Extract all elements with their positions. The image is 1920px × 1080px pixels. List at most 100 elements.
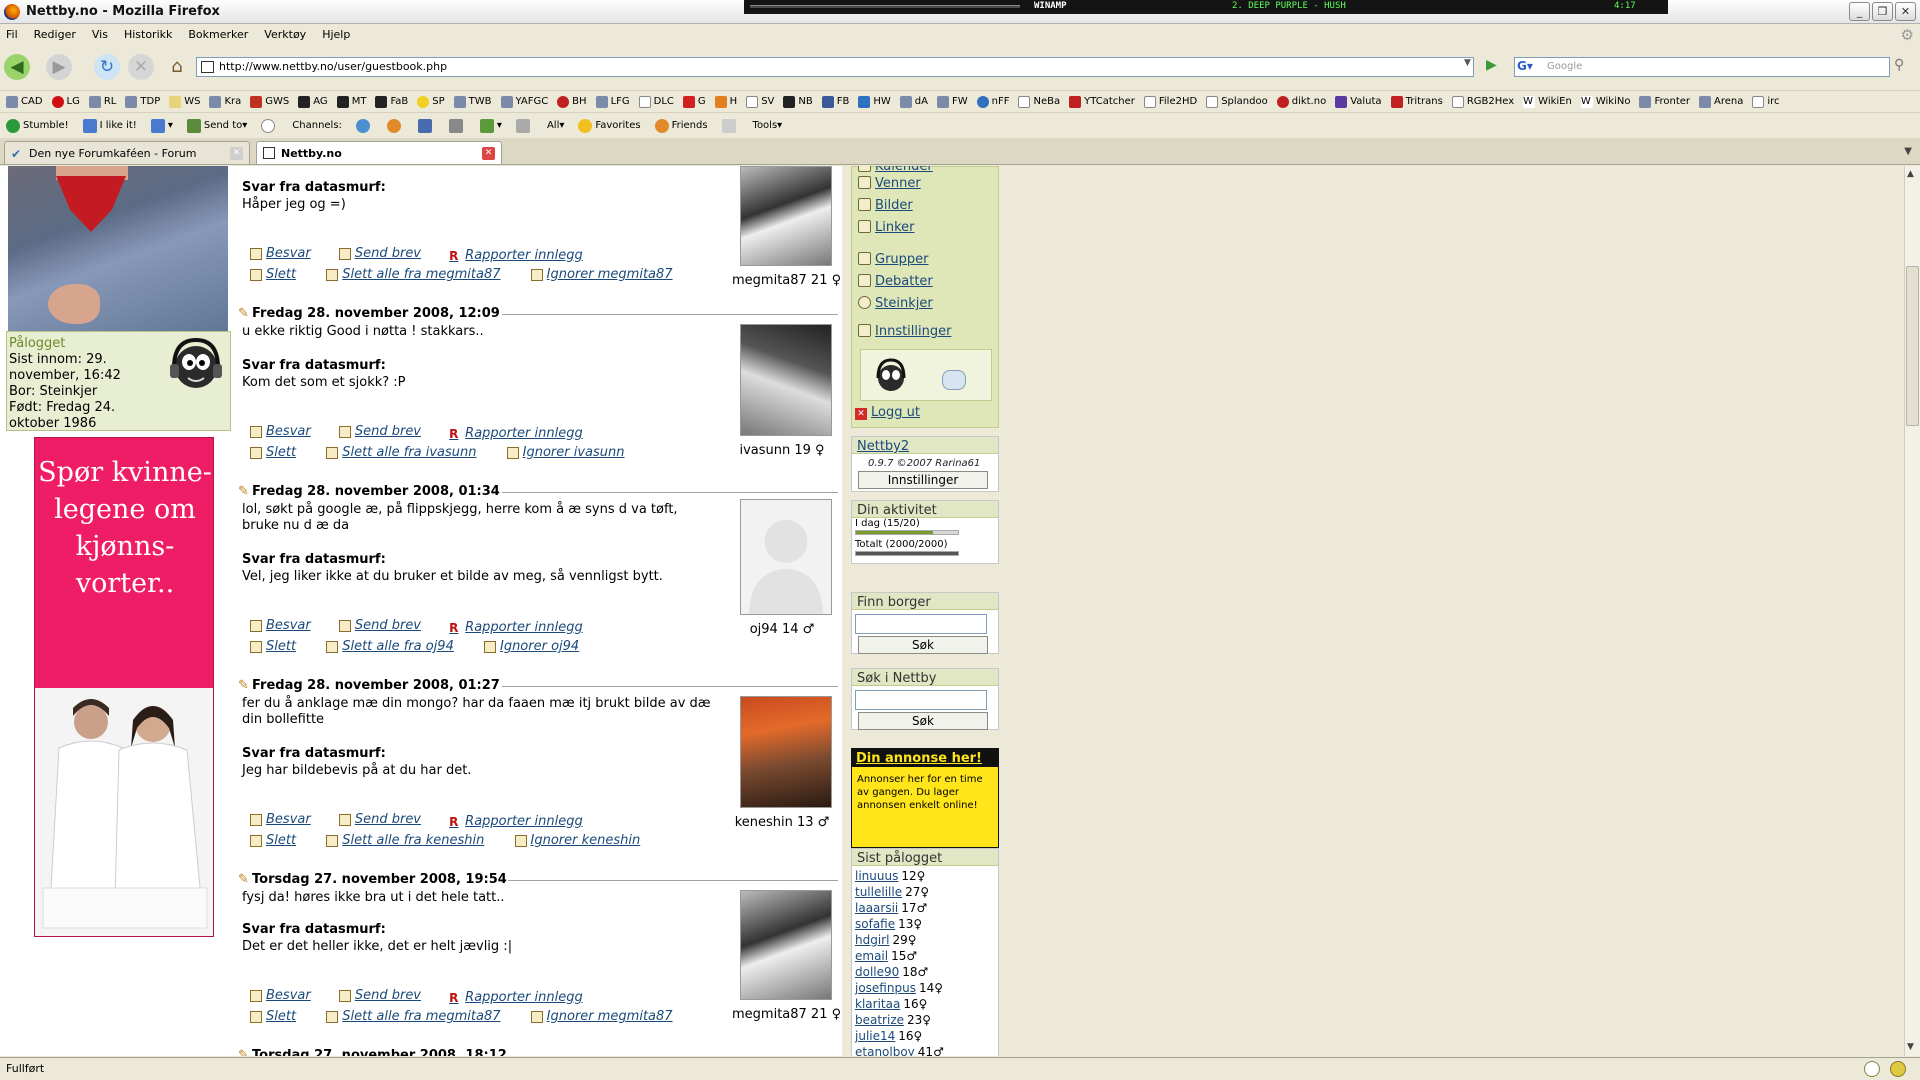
delete-link[interactable]: Slett xyxy=(250,445,296,460)
bookmark-item[interactable]: MT xyxy=(336,95,366,108)
channel-globe-button[interactable] xyxy=(355,118,373,133)
search-nettby-input[interactable] xyxy=(855,690,987,710)
tab-nettby[interactable]: Nettby.no ✕ xyxy=(256,141,502,164)
nav-links[interactable]: Linker xyxy=(858,220,915,235)
close-window-button[interactable]: ✕ xyxy=(1895,2,1916,21)
bookmark-item[interactable]: SP xyxy=(417,95,445,108)
tab-list-dropdown-icon[interactable]: ▼ xyxy=(1904,146,1912,157)
bookmark-item[interactable]: FW xyxy=(936,95,968,108)
reload-button[interactable]: ↻ xyxy=(94,54,120,80)
report-link[interactable]: R Rapporter innlegg xyxy=(449,426,583,441)
ignore-link[interactable]: Ignorer keneshin xyxy=(514,833,640,848)
bookmark-item[interactable]: G xyxy=(682,95,706,108)
forward-button[interactable]: ▶ xyxy=(46,54,72,80)
close-tab-icon[interactable]: ✕ xyxy=(230,147,243,160)
report-link[interactable]: R Rapporter innlegg xyxy=(449,620,583,635)
ignore-link[interactable]: Ignorer megmita87 xyxy=(530,267,673,282)
reply-link[interactable]: Besvar xyxy=(250,988,311,1003)
bookmark-item[interactable]: AG xyxy=(298,95,328,108)
search-nettby-button[interactable]: Søk xyxy=(858,712,988,730)
menu-view[interactable]: Vis xyxy=(92,28,108,41)
url-dropdown-icon[interactable]: ▼ xyxy=(1464,58,1471,68)
your-ad-box[interactable]: Din annonse her! Annonser her for en tim… xyxy=(851,748,999,848)
send-to-button[interactable]: Send to ▾ xyxy=(186,118,247,133)
bookmark-item[interactable]: W WikiEn xyxy=(1523,95,1572,108)
favorites-button[interactable]: Favorites xyxy=(578,118,641,133)
all-dropdown[interactable]: All ▾ xyxy=(547,120,564,131)
nettby2-title[interactable]: Nettby2 xyxy=(852,437,998,454)
menu-file[interactable]: Fil xyxy=(6,28,18,41)
last-online-user-link[interactable]: sofafie xyxy=(855,917,895,931)
bookmark-item[interactable]: WS xyxy=(169,95,200,108)
smiley-status-icon[interactable] xyxy=(1890,1061,1906,1077)
minimize-button[interactable]: _ xyxy=(1849,2,1870,21)
menu-edit[interactable]: Rediger xyxy=(34,28,76,41)
entry-author[interactable]: ivasunn 19 ♀ xyxy=(732,324,832,458)
menu-bookmarks[interactable]: Bokmerker xyxy=(188,28,248,41)
chat-bubble-icon[interactable] xyxy=(942,370,966,390)
your-ad-title[interactable]: Din annonse her! xyxy=(852,749,998,767)
last-online-user-link[interactable]: klaritaa xyxy=(855,997,900,1011)
dislike-button[interactable]: ▾ xyxy=(150,118,173,133)
bookmark-item[interactable]: dikt.no xyxy=(1276,95,1326,108)
comment-button[interactable] xyxy=(261,118,278,133)
bookmark-item[interactable]: RGB2Hex xyxy=(1451,95,1514,108)
menu-history[interactable]: Historikk xyxy=(124,28,172,41)
search-box[interactable]: G▾ Google xyxy=(1514,57,1890,77)
nav-steinkjer[interactable]: Steinkjer xyxy=(858,296,933,311)
last-online-user-link[interactable]: email xyxy=(855,949,888,963)
addon-status-icon[interactable] xyxy=(1864,1061,1880,1077)
maximize-button[interactable]: ❐ xyxy=(1872,2,1893,21)
author-photo[interactable] xyxy=(740,166,832,266)
bookmark-item[interactable]: TDP xyxy=(125,95,160,108)
bookmark-item[interactable]: Fronter xyxy=(1639,95,1690,108)
bookmark-item[interactable]: DLC xyxy=(638,95,674,108)
bookmark-item[interactable]: Tritrans xyxy=(1390,95,1443,108)
search-magnifier-icon[interactable]: ⚲ xyxy=(1894,57,1914,77)
bookmark-item[interactable]: nFF xyxy=(976,95,1009,108)
delete-all-link[interactable]: Slett alle fra keneshin xyxy=(326,833,484,848)
reply-link[interactable]: Besvar xyxy=(250,424,311,439)
bookmark-item[interactable]: BH xyxy=(557,95,587,108)
last-online-user-link[interactable]: laaarsii xyxy=(855,901,898,915)
find-citizen-button[interactable]: Søk xyxy=(858,636,988,654)
last-online-user-link[interactable]: julie14 xyxy=(855,1029,895,1043)
nav-pictures[interactable]: Bilder xyxy=(858,198,913,213)
reply-link[interactable]: Besvar xyxy=(250,618,311,633)
delete-link[interactable]: Slett xyxy=(250,833,296,848)
nav-debates[interactable]: Debatter xyxy=(858,274,933,289)
author-name[interactable]: ivasunn 19 ♀ xyxy=(732,443,832,458)
profile-picture[interactable] xyxy=(8,166,228,332)
entry-author[interactable]: megmita87 21 ♀ xyxy=(732,890,841,1022)
delete-link[interactable]: Slett xyxy=(250,1009,296,1024)
bookmark-item[interactable]: GWS xyxy=(250,95,289,108)
menu-help[interactable]: Hjelp xyxy=(322,28,350,41)
bookmark-item[interactable]: Arena xyxy=(1699,95,1743,108)
channel-tag-button[interactable] xyxy=(515,118,533,133)
entry-author[interactable]: keneshin 13 ♂ xyxy=(732,696,832,830)
logout-link[interactable]: ✕ Logg ut xyxy=(855,405,920,420)
channel-blog-button[interactable] xyxy=(417,118,435,133)
last-online-user-link[interactable]: beatrize xyxy=(855,1013,904,1027)
channel-people-button[interactable] xyxy=(386,118,404,133)
author-name[interactable]: oj94 14 ♂ xyxy=(732,622,832,637)
bookmark-item[interactable]: TWB xyxy=(453,95,492,108)
delete-all-link[interactable]: Slett alle fra megmita87 xyxy=(326,267,501,282)
ignore-link[interactable]: Ignorer megmita87 xyxy=(530,1009,673,1024)
go-button[interactable]: ▶ xyxy=(1486,57,1506,77)
report-link[interactable]: R Rapporter innlegg xyxy=(449,814,583,829)
stumble-button[interactable]: Stumble! xyxy=(6,118,69,133)
bookmark-item[interactable]: RL xyxy=(88,95,116,108)
tools-dropdown[interactable]: Tools ▾ xyxy=(753,120,783,131)
ignore-link[interactable]: Ignorer oj94 xyxy=(483,639,579,654)
author-photo[interactable] xyxy=(740,324,832,436)
send-letter-link[interactable]: Send brev xyxy=(338,988,421,1003)
author-name[interactable]: keneshin 13 ♂ xyxy=(732,815,832,830)
bookmark-item[interactable]: LG xyxy=(51,95,80,108)
bookmark-item[interactable]: HW xyxy=(858,95,891,108)
author-photo[interactable] xyxy=(740,696,832,808)
last-online-user-link[interactable]: josefinpus xyxy=(855,981,916,995)
author-photo[interactable] xyxy=(740,890,832,1000)
bookmark-item[interactable]: YTCatcher xyxy=(1069,95,1135,108)
find-citizen-input[interactable] xyxy=(855,614,987,634)
